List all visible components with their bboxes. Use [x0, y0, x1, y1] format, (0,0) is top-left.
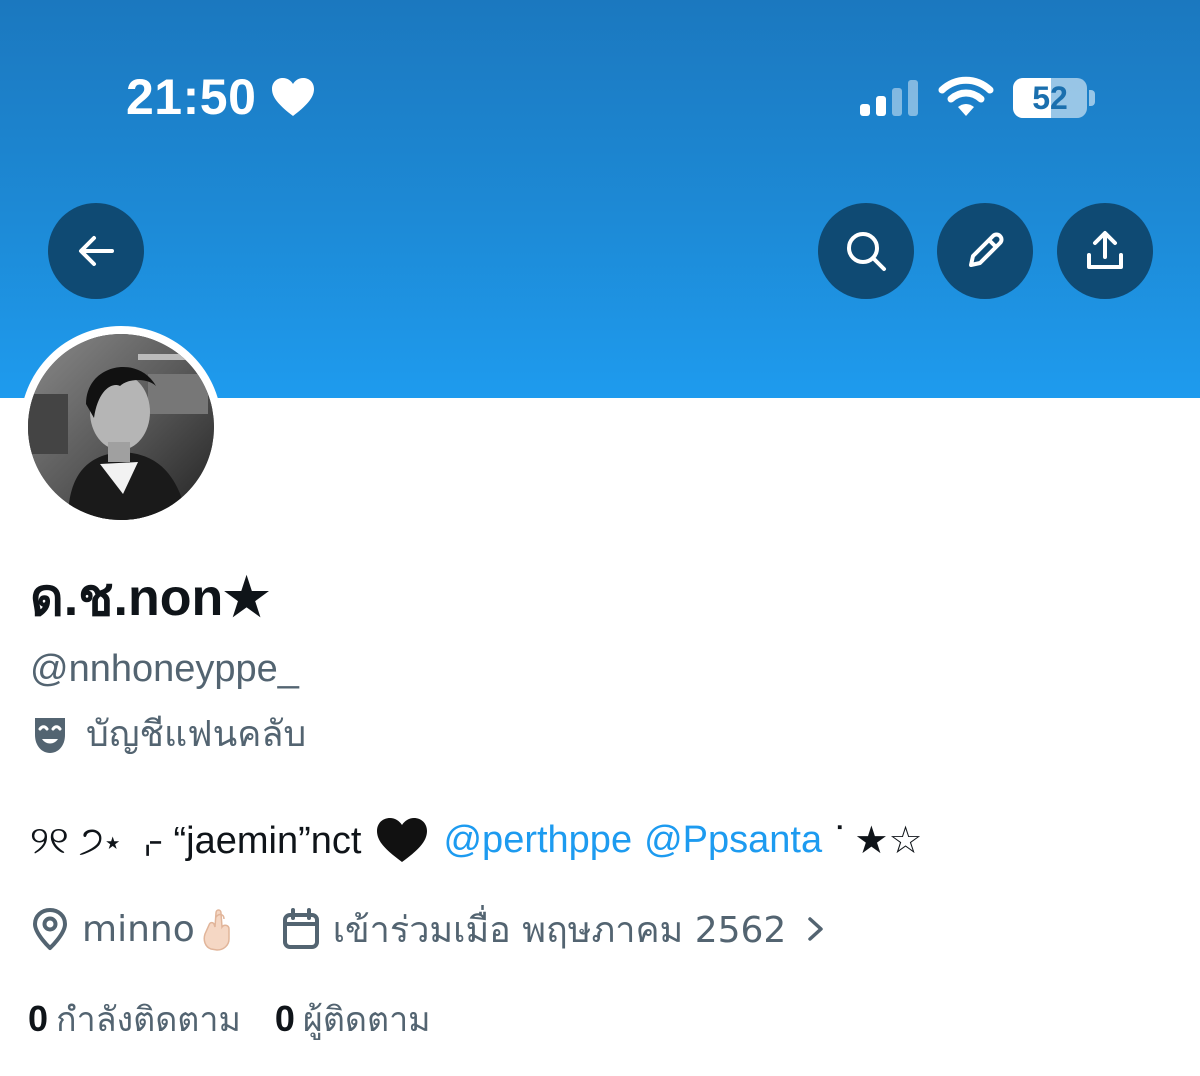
- calendar-icon: [282, 908, 319, 949]
- share-button[interactable]: [1057, 203, 1153, 299]
- bio-text: ୨୧ ੭⋆ ⌌ “jaemin”nct: [30, 819, 362, 862]
- battery-level: 52: [1032, 80, 1068, 116]
- back-button[interactable]: [48, 203, 144, 299]
- account-type-label: บัญชีแฟนคลับ: [86, 714, 307, 755]
- cellular-signal-icon: [860, 80, 918, 116]
- chevron-right-icon[interactable]: [804, 912, 828, 946]
- follow-stats: 0 กำลังติดตาม 0 ผู้ติดตาม: [28, 994, 431, 1044]
- profile-screen: 21:50 52 ด.ช.non★ @nnhoneyppe_ บัญชีแฟนค…: [0, 0, 1200, 1076]
- avatar-photo: [28, 334, 214, 520]
- finger-heart-icon: [203, 909, 230, 951]
- username-handle: @nnhoneyppe_: [30, 648, 299, 690]
- wifi-icon: [938, 76, 994, 116]
- mention-link[interactable]: @perthppe: [443, 819, 632, 862]
- followers-count: 0: [274, 998, 295, 1039]
- profile-bio: ୨୧ ੭⋆ ⌌ “jaemin”nct @perthppe @Ppsanta ᐝ…: [30, 812, 923, 868]
- followers-label: ผู้ติดตาม: [302, 1000, 431, 1040]
- search-button[interactable]: [818, 203, 914, 299]
- edit-button[interactable]: [937, 203, 1033, 299]
- followers-link[interactable]: 0 ผู้ติดตาม: [275, 992, 431, 1046]
- following-link[interactable]: 0 กำลังติดตาม: [28, 992, 241, 1046]
- arrow-left-icon: [79, 236, 114, 266]
- following-label: กำลังติดตาม: [56, 1000, 241, 1040]
- share-icon: [1087, 231, 1123, 269]
- location-text: minno: [82, 908, 195, 950]
- profile-banner[interactable]: [0, 0, 1200, 398]
- mention-link[interactable]: @Ppsanta: [644, 819, 822, 862]
- status-time: 21:50: [126, 69, 257, 125]
- avatar[interactable]: [20, 326, 222, 528]
- display-name: ด.ช.non★: [30, 569, 270, 627]
- account-type-row: บัญชีแฟนคลับ: [32, 710, 306, 760]
- battery-tip: [1089, 90, 1095, 106]
- pencil-icon: [969, 232, 1004, 267]
- profile-meta: minno เข้าร่วมเมื่อ พฤษภาคม 2562: [30, 902, 828, 956]
- black-heart-icon: [377, 818, 428, 862]
- battery-indicator: 52: [1013, 78, 1087, 118]
- bio-decoration: ᐝ ★☆: [834, 819, 923, 862]
- search-icon: [847, 232, 886, 271]
- theater-mask-icon: [35, 718, 65, 753]
- joined-date[interactable]: เข้าร่วมเมื่อ พฤษภาคม 2562: [333, 901, 787, 958]
- heart-icon: [272, 78, 314, 116]
- location-pin-icon: [33, 908, 67, 950]
- following-count: 0: [28, 998, 49, 1039]
